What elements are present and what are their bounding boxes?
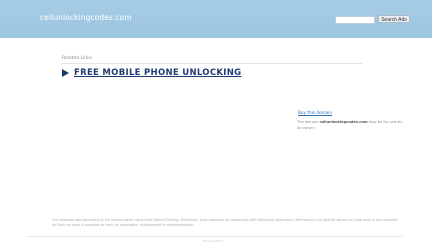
buy-domain-text: The domain cellunlockingcodes.com may be… xyxy=(297,119,407,131)
search-ads-button[interactable]: Search Ads xyxy=(378,15,410,23)
related-link-item[interactable]: FREE MOBILE PHONE UNLOCKING xyxy=(62,67,241,79)
search-input[interactable] xyxy=(335,16,375,24)
header-bar: cellunlockingcodes.com Search Ads xyxy=(0,0,432,38)
buy-text-prefix: The domain xyxy=(297,120,319,124)
disclaimer-text: This webpage was generated by the domain… xyxy=(52,218,398,227)
footer-divider xyxy=(27,236,402,237)
buy-domain-link[interactable]: Buy this domain xyxy=(298,110,332,115)
related-link-free-mobile-phone-unlocking[interactable]: FREE MOBILE PHONE UNLOCKING xyxy=(74,68,241,78)
arrow-right-icon xyxy=(62,69,69,77)
related-links-heading: Related Links xyxy=(62,56,93,61)
buy-text-domain: cellunlockingcodes.com xyxy=(319,120,368,124)
site-title: cellunlockingcodes.com xyxy=(40,13,132,22)
privacy-policy-link[interactable]: Privacy Policy xyxy=(203,239,223,243)
divider xyxy=(62,63,362,64)
